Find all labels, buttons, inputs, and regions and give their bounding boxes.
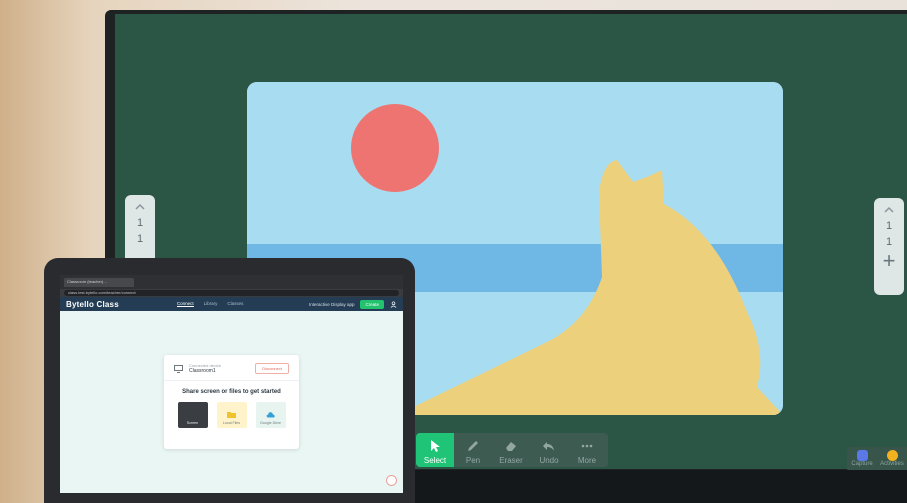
laptop-screen: Classroom (teacher)… class.test.bytello.… [60, 275, 403, 493]
share-screen-option[interactable]: Screen [177, 402, 208, 428]
google-drive-label: Google Drive [260, 421, 281, 425]
download-app-link[interactable]: Interactive Display app [309, 302, 355, 307]
help-fab[interactable] [386, 475, 397, 486]
camera-icon [856, 450, 868, 461]
folder-icon [227, 412, 236, 418]
app-logo[interactable]: Bytello Class [66, 300, 119, 309]
more-dots-icon [581, 444, 593, 448]
capture-button[interactable]: Capture [847, 447, 877, 472]
card-title: Share screen or files to get started [182, 389, 281, 395]
undo-button[interactable]: Undo [530, 433, 568, 467]
browser-tab[interactable]: Classroom (teacher)… [64, 277, 134, 287]
local-files-label: Local Files [222, 421, 241, 425]
page-total: 1 [136, 233, 144, 245]
local-files-option[interactable]: Local Files [216, 402, 247, 428]
share-options: Screen Local Files Google Drive [164, 402, 299, 428]
share-screen-label: Screen [186, 421, 199, 425]
undo-label: Undo [539, 456, 559, 465]
activities-label: Activities [880, 461, 904, 467]
cursor-icon [431, 440, 440, 452]
nav-connect[interactable]: Connect [176, 301, 194, 307]
bulb-icon [886, 450, 898, 461]
browser-toolbar: class.test.bytello.com/teacher/connect [60, 289, 403, 297]
create-button[interactable]: Create [360, 299, 384, 309]
google-drive-option[interactable]: Google Drive [255, 402, 286, 428]
device-name: Classroom1 [189, 368, 216, 374]
eraser-icon [506, 442, 516, 451]
device-row: Connected device Classroom1 Disconnect [164, 355, 299, 381]
chevron-up-icon[interactable] [883, 204, 895, 216]
undo-icon [543, 442, 554, 451]
activities-button[interactable]: Activities [877, 447, 907, 472]
monitor-icon [174, 364, 183, 373]
pen-icon [468, 441, 478, 451]
eraser-tool-button[interactable]: Eraser [492, 433, 530, 467]
eraser-tool-label: Eraser [499, 456, 523, 465]
side-tools: Capture Activities [847, 447, 907, 472]
capture-label: Capture [851, 461, 873, 467]
disconnect-button[interactable]: Disconnect [255, 363, 289, 374]
more-button[interactable]: More [568, 433, 606, 467]
select-tool-button[interactable]: Select [416, 433, 454, 467]
select-tool-label: Select [423, 456, 447, 465]
page-indicator-left: 1 1 [125, 195, 155, 265]
nav-library[interactable]: Library [204, 301, 218, 307]
board-toolbar: Select Pen Eraser Undo More [416, 433, 608, 467]
connect-card: Connected device Classroom1 Disconnect S… [164, 355, 299, 449]
page-number: 1 [136, 217, 144, 229]
add-page-button[interactable]: + [883, 250, 896, 272]
chevron-up-icon[interactable] [134, 201, 146, 213]
pen-tool-label: Pen [465, 456, 481, 465]
browser-tab-strip: Classroom (teacher)… [60, 275, 403, 289]
address-bar[interactable]: class.test.bytello.com/teacher/connect [64, 290, 399, 296]
main-nav: Connect Library Classes [176, 301, 243, 307]
app-header: Bytello Class Connect Library Classes In… [60, 297, 403, 311]
header-actions: Interactive Display app Create [309, 299, 397, 309]
page-indicator-right: 1 1 + [874, 198, 904, 295]
sun-shape[interactable] [351, 104, 439, 192]
page-total: 1 [885, 236, 893, 248]
nav-classes[interactable]: Classes [227, 301, 243, 307]
user-icon[interactable] [390, 300, 397, 308]
page-number: 1 [885, 220, 893, 232]
more-label: More [577, 456, 597, 465]
pen-tool-button[interactable]: Pen [454, 433, 492, 467]
cloud-icon [266, 412, 275, 418]
